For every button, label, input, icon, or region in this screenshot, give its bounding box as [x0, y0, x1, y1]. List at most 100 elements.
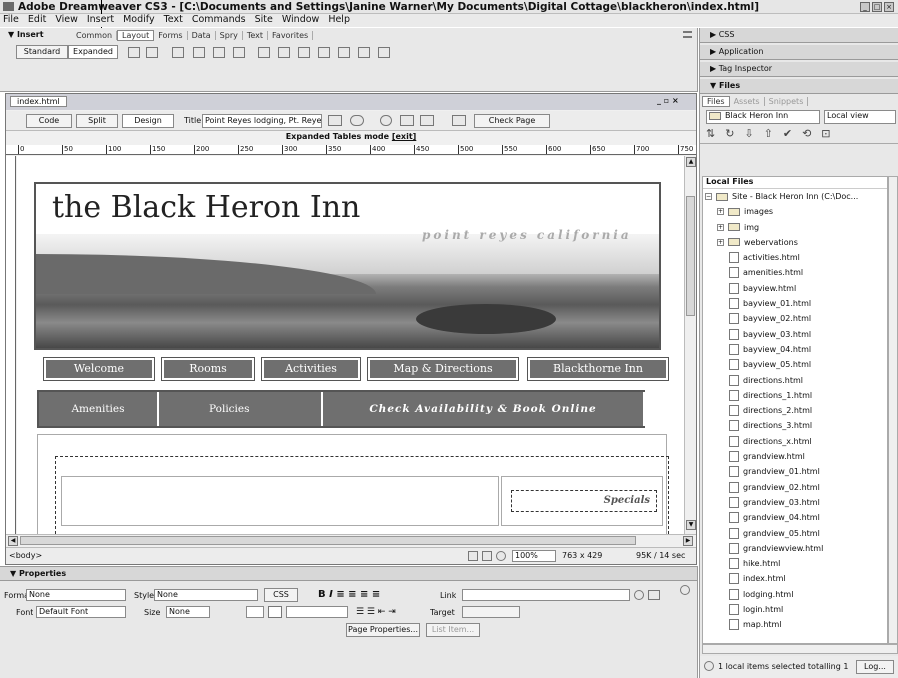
vertical-scroll-thumb[interactable] [686, 196, 695, 316]
expand-icon[interactable]: + [717, 223, 724, 231]
text-color-input[interactable] [286, 606, 348, 618]
expanded-button[interactable]: Expanded [68, 45, 118, 59]
file-tree-hscroll[interactable] [702, 644, 898, 654]
select-tool-icon[interactable] [468, 551, 478, 561]
zoom-tool-icon[interactable] [496, 551, 506, 561]
menu-site[interactable]: Site [255, 14, 273, 25]
folder-row[interactable]: + img [703, 220, 887, 235]
folder-row[interactable]: + webervations [703, 235, 887, 250]
panel-options-icon[interactable] [683, 31, 692, 38]
document-tab[interactable]: index.html [10, 96, 67, 107]
doc-window-controls[interactable]: _ ▫ × [657, 96, 679, 105]
nav-amenities[interactable]: Amenities [39, 392, 159, 426]
menu-modify[interactable]: Modify [123, 14, 154, 25]
help-icon[interactable] [680, 585, 690, 595]
horizontal-scroll-thumb[interactable] [20, 536, 636, 545]
tab-files[interactable]: Files [702, 96, 730, 107]
insert-title[interactable]: ▼ Insert [8, 30, 44, 39]
view-options-icon[interactable] [400, 115, 414, 126]
link-input[interactable] [462, 589, 630, 601]
properties-title[interactable]: ▼ Properties [10, 569, 66, 578]
nav-rooms[interactable]: Rooms [161, 357, 255, 381]
file-row[interactable]: map.html [703, 617, 887, 632]
scroll-left-button[interactable]: ◀ [8, 536, 18, 546]
insert-div-icon[interactable] [146, 47, 158, 58]
layout-cell-icon[interactable] [193, 47, 205, 58]
file-row[interactable]: directions_3.html [703, 418, 887, 433]
expand-icon[interactable]: + [717, 208, 724, 216]
tab-snippets[interactable]: Snippets [765, 97, 809, 106]
menu-window[interactable]: Window [282, 14, 319, 25]
tab-assets[interactable]: Assets [730, 97, 765, 106]
window-size[interactable]: 763 x 429 [562, 551, 602, 560]
file-row[interactable]: amenities.html [703, 265, 887, 280]
page-properties-button[interactable]: Page Properties... [346, 623, 420, 637]
css-panel-header[interactable]: ▶ CSS [700, 28, 898, 43]
nav-map-directions[interactable]: Map & Directions [367, 357, 519, 381]
nav-policies[interactable]: Policies [183, 392, 323, 426]
file-row[interactable]: bayview_04.html [703, 342, 887, 357]
folder-row[interactable]: + images [703, 204, 887, 219]
menu-text[interactable]: Text [164, 14, 183, 25]
split-view-button[interactable]: Split [76, 114, 118, 128]
standard-button[interactable]: Standard [16, 45, 68, 59]
expand-icon[interactable]: + [717, 238, 724, 246]
minimize-button[interactable]: _ [860, 2, 870, 12]
view-select[interactable]: Local view [824, 110, 896, 124]
spry-tabs-icon[interactable] [338, 47, 350, 58]
spry-accordion-icon[interactable] [358, 47, 370, 58]
spry-menu-icon[interactable] [318, 47, 330, 58]
row-above-icon[interactable] [213, 47, 225, 58]
tab-data[interactable]: Data [188, 31, 216, 40]
menu-edit[interactable]: Edit [28, 14, 46, 25]
nav-check-availability[interactable]: Check Availability & Book Online [323, 392, 645, 426]
file-row[interactable]: grandview_03.html [703, 495, 887, 510]
spry-collapsible-icon[interactable] [378, 47, 390, 58]
browse-folder-icon[interactable] [648, 590, 660, 600]
horizontal-scrollbar[interactable]: ◀ ▶ [6, 534, 696, 546]
files-panel-header[interactable]: ▼ Files [700, 79, 898, 94]
size-select[interactable]: None [166, 606, 210, 618]
menu-view[interactable]: View [55, 14, 78, 25]
vertical-scrollbar[interactable]: ▲ ▼ [684, 156, 696, 534]
nav-activities[interactable]: Activities [261, 357, 361, 381]
site-root[interactable]: − Site - Black Heron Inn (C:\Doc... [703, 189, 887, 204]
layout-table-icon[interactable] [172, 47, 184, 58]
file-row[interactable]: grandview.html [703, 449, 887, 464]
css-button[interactable]: CSS [264, 588, 298, 602]
file-row[interactable]: bayview_03.html [703, 327, 887, 342]
file-row[interactable]: bayview_05.html [703, 357, 887, 372]
title-input[interactable]: Point Reyes lodging, Pt. Reye: [202, 114, 322, 128]
frames-icon[interactable] [298, 47, 310, 58]
column-right-icon[interactable] [278, 47, 290, 58]
file-row[interactable]: directions_2.html [703, 403, 887, 418]
file-row[interactable]: grandview_05.html [703, 526, 887, 541]
file-tree-vscroll[interactable] [888, 176, 898, 644]
site-select[interactable]: Black Heron Inn [706, 110, 820, 124]
file-row[interactable]: hike.html [703, 556, 887, 571]
design-canvas[interactable]: the Black Heron Inn point reyes californ… [17, 156, 684, 534]
application-panel-header[interactable]: ▶ Application [700, 45, 898, 60]
maximize-button[interactable]: □ [872, 2, 882, 12]
style-select[interactable]: None [154, 589, 258, 601]
local-files-header[interactable]: Local Files [703, 177, 887, 189]
tag-selector[interactable]: <body> [9, 551, 42, 560]
point-to-file-icon[interactable] [634, 590, 644, 600]
menu-commands[interactable]: Commands [192, 14, 246, 25]
table-icon[interactable] [128, 47, 140, 58]
files-toolbar-icons[interactable]: ⇅↻⇩⇧✔⟲⊡ [706, 127, 841, 140]
design-view-button[interactable]: Design [122, 114, 174, 128]
collapse-icon[interactable]: − [705, 193, 712, 200]
file-row[interactable]: lodging.html [703, 587, 887, 602]
visual-aids-icon[interactable] [420, 115, 434, 126]
file-row[interactable]: directions_1.html [703, 388, 887, 403]
close-button[interactable]: × [884, 2, 894, 12]
tab-layout[interactable]: Layout [117, 30, 155, 41]
file-row[interactable]: bayview_01.html [703, 296, 887, 311]
row-below-icon[interactable] [233, 47, 245, 58]
file-row[interactable]: activities.html [703, 250, 887, 265]
file-row[interactable]: bayview_02.html [703, 311, 887, 326]
scroll-up-button[interactable]: ▲ [686, 157, 696, 167]
menu-insert[interactable]: Insert [87, 14, 114, 25]
log-button[interactable]: Log... [856, 660, 894, 674]
